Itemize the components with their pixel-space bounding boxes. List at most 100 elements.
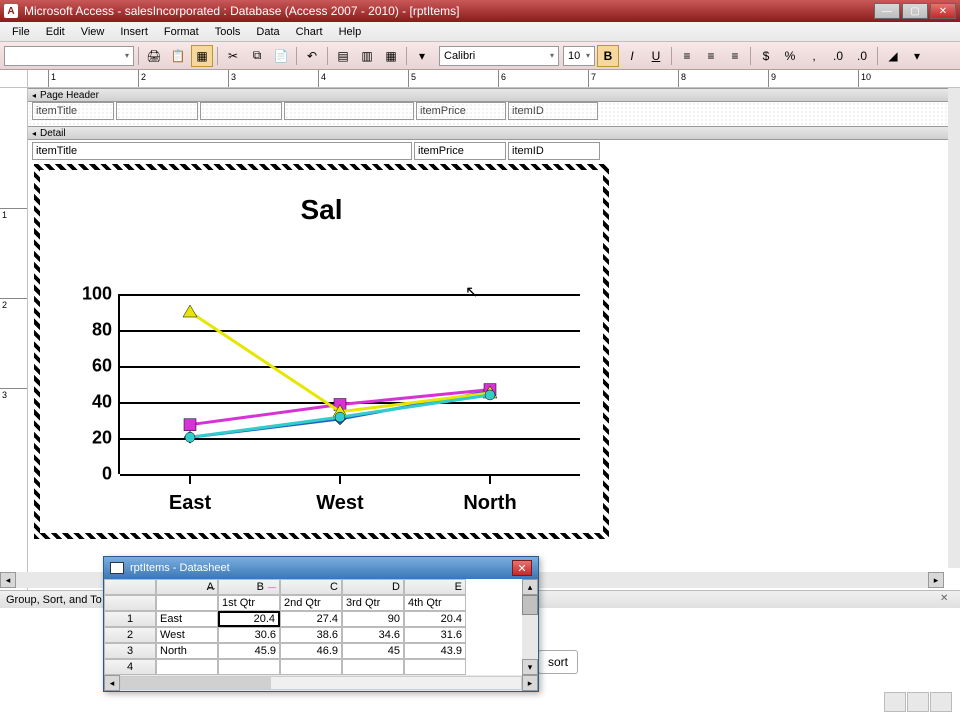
view-button-2[interactable] (907, 692, 929, 712)
ds-data-cell[interactable]: 90 (342, 611, 404, 627)
ds-data-cell[interactable] (218, 659, 280, 675)
ds-row-label[interactable]: North (156, 643, 218, 659)
copy-button[interactable]: ⧉ (246, 45, 268, 67)
paste-button[interactable]: 📄 (270, 45, 292, 67)
datasheet-window[interactable]: rptItems - Datasheet ✕ A—B—CDE1st Qtr2nd… (103, 556, 539, 692)
chart-plot-area[interactable]: 020406080100EastWestNorth (120, 294, 580, 474)
scroll-left-button[interactable]: ◂ (0, 572, 16, 588)
ds-row-number[interactable]: 4 (104, 659, 156, 675)
datatable-button[interactable]: ▦ (380, 45, 402, 67)
field-itemid[interactable]: itemID (508, 142, 600, 160)
field-blank-3[interactable] (284, 102, 414, 120)
field-itemid-header[interactable]: itemID (508, 102, 598, 120)
by-col-button[interactable]: ▥ (356, 45, 378, 67)
underline-button[interactable]: U (645, 45, 667, 67)
datasheet-close-button[interactable]: ✕ (512, 560, 532, 576)
menu-tools[interactable]: Tools (207, 24, 249, 40)
field-blank-1[interactable] (116, 102, 198, 120)
ds-data-cell[interactable]: 45 (342, 643, 404, 659)
minimize-button[interactable]: — (874, 3, 900, 19)
field-blank-2[interactable] (200, 102, 282, 120)
ds-data-cell[interactable]: 20.4 (218, 611, 280, 627)
datasheet-titlebar[interactable]: rptItems - Datasheet ✕ (104, 557, 538, 579)
inc-decimal-button[interactable]: .0 (827, 45, 849, 67)
bold-button[interactable]: B (597, 45, 619, 67)
menu-insert[interactable]: Insert (112, 24, 156, 40)
toolbar-btn-3[interactable]: ▦ (191, 45, 213, 67)
font-name-combo[interactable]: Calibri▾ (439, 46, 559, 66)
comma-button[interactable]: , (803, 45, 825, 67)
ds-header-cell[interactable]: 3rd Qtr (342, 595, 404, 611)
ds-row-label[interactable]: West (156, 627, 218, 643)
close-button[interactable]: ✕ (930, 3, 956, 19)
ds-data-cell[interactable] (280, 659, 342, 675)
menu-file[interactable]: File (4, 24, 38, 40)
ds-col-header[interactable]: B— (218, 579, 280, 595)
italic-button[interactable]: I (621, 45, 643, 67)
align-right-button[interactable]: ≡ (724, 45, 746, 67)
toolbar-btn-2[interactable]: 📋 (167, 45, 189, 67)
menu-data[interactable]: Data (248, 24, 287, 40)
sort-button[interactable]: sort (538, 650, 578, 674)
toolbar-btn-1[interactable]: 🖨 (143, 45, 165, 67)
maximize-button[interactable]: ▢ (902, 3, 928, 19)
view-button-3[interactable] (930, 692, 952, 712)
cut-button[interactable]: ✂ (222, 45, 244, 67)
datasheet-grid[interactable]: A—B—CDE1st Qtr2nd Qtr3rd Qtr4th Qtr1East… (104, 579, 522, 675)
chart-object[interactable]: Sal ↖ 020406080100EastWestNorth (34, 164, 609, 539)
ds-data-cell[interactable]: 38.6 (280, 627, 342, 643)
ds-data-cell[interactable]: 46.9 (280, 643, 342, 659)
scroll-right-button[interactable]: ▸ (522, 675, 538, 691)
menu-format[interactable]: Format (156, 24, 207, 40)
menu-edit[interactable]: Edit (38, 24, 73, 40)
detail-section-bar[interactable]: ◂ Detail (28, 126, 960, 140)
group-sort-close-button[interactable]: ✕ (940, 593, 954, 607)
field-itemprice[interactable]: itemPrice (414, 142, 506, 160)
ds-data-cell[interactable]: 45.9 (218, 643, 280, 659)
ds-data-cell[interactable]: 34.6 (342, 627, 404, 643)
ds-header-cell[interactable]: 2nd Qtr (280, 595, 342, 611)
datasheet-vertical-scrollbar[interactable]: ▴ ▾ (522, 579, 538, 675)
ds-col-header[interactable]: C (280, 579, 342, 595)
menu-view[interactable]: View (73, 24, 113, 40)
report-design-surface[interactable]: ◂ Page Header itemTitle itemPrice itemID… (28, 88, 960, 600)
undo-button[interactable]: ↶ (301, 45, 323, 67)
page-header-body[interactable]: itemTitle itemPrice itemID (28, 102, 960, 126)
ds-header-cell[interactable] (156, 595, 218, 611)
ds-data-cell[interactable]: 43.9 (404, 643, 466, 659)
ds-data-cell[interactable]: 31.6 (404, 627, 466, 643)
scroll-left-button[interactable]: ◂ (104, 675, 120, 691)
toolbar-more[interactable]: ▾ (411, 45, 433, 67)
ds-row-number[interactable]: 2 (104, 627, 156, 643)
align-center-button[interactable]: ≡ (700, 45, 722, 67)
datasheet-horizontal-scrollbar[interactable]: ◂ ▸ (104, 675, 538, 691)
angle-button[interactable]: ◢ (882, 45, 904, 67)
ds-row-label[interactable]: East (156, 611, 218, 627)
ds-data-cell[interactable]: 27.4 (280, 611, 342, 627)
currency-button[interactable]: $ (755, 45, 777, 67)
ds-row-number[interactable]: 3 (104, 643, 156, 659)
scroll-right-button[interactable]: ▸ (928, 572, 944, 588)
page-header-section-bar[interactable]: ◂ Page Header (28, 88, 960, 102)
object-name-combo[interactable]: ▾ (4, 46, 134, 66)
toolbar-more-2[interactable]: ▾ (906, 45, 928, 67)
view-button-1[interactable] (884, 692, 906, 712)
ds-row-label[interactable] (156, 659, 218, 675)
ds-data-cell[interactable] (342, 659, 404, 675)
ds-header-cell[interactable]: 4th Qtr (404, 595, 466, 611)
by-row-button[interactable]: ▤ (332, 45, 354, 67)
menu-chart[interactable]: Chart (288, 24, 331, 40)
vertical-scrollbar[interactable] (948, 88, 960, 568)
ds-col-header[interactable]: E (404, 579, 466, 595)
menu-help[interactable]: Help (331, 24, 370, 40)
ds-header-cell[interactable]: 1st Qtr (218, 595, 280, 611)
percent-button[interactable]: % (779, 45, 801, 67)
field-itemtitle-header[interactable]: itemTitle (32, 102, 114, 120)
chart-title[interactable]: Sal (40, 194, 603, 226)
detail-body[interactable]: itemTitle itemPrice itemID Sal ↖ 0204060… (28, 140, 960, 600)
field-itemtitle[interactable]: itemTitle (32, 142, 412, 160)
ds-data-cell[interactable]: 30.6 (218, 627, 280, 643)
ds-data-cell[interactable] (404, 659, 466, 675)
field-itemprice-header[interactable]: itemPrice (416, 102, 506, 120)
ds-data-cell[interactable]: 20.4 (404, 611, 466, 627)
